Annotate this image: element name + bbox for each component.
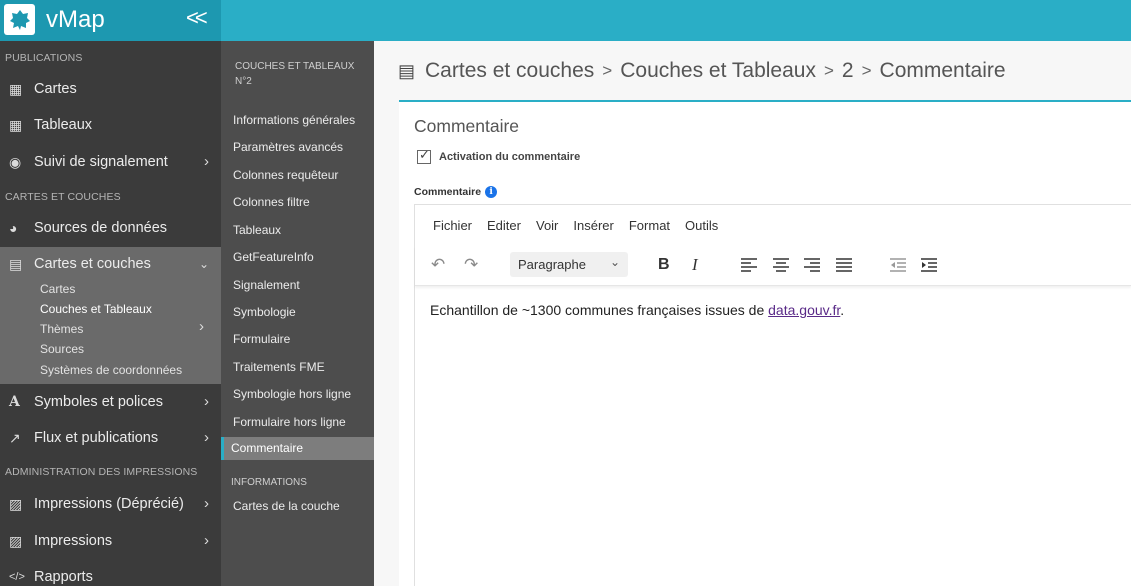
indent-icon[interactable] — [921, 254, 937, 276]
menu-inserer[interactable]: Insérer — [573, 218, 613, 233]
subnav-item-formulaire-hors-ligne[interactable]: Formulaire hors ligne — [233, 415, 346, 429]
subitem-couches-tableaux[interactable]: Couches et Tableaux — [40, 302, 152, 316]
section-heading-publications: PUBLICATIONS — [5, 52, 83, 64]
menu-fichier[interactable]: Fichier — [433, 218, 472, 233]
subnav-heading-informations: INFORMATIONS — [231, 477, 307, 488]
layer-subnav: COUCHES ET TABLEAUX N°2 Informations gén… — [221, 41, 374, 586]
book-map-icon: ▤ — [9, 255, 23, 272]
subnav-item-traitements-fme[interactable]: Traitements FME — [233, 360, 325, 374]
sidebar-item-tableaux[interactable]: ▦ Tableaux — [0, 110, 221, 140]
outdent-icon[interactable] — [890, 254, 906, 276]
chevron-down-icon: ⌄ — [198, 257, 209, 271]
sidebar-item-suivi-signalement[interactable]: ◉ Suivi de signalement › — [0, 147, 221, 177]
menu-format[interactable]: Format — [629, 218, 670, 233]
subnav-item-commentaire[interactable]: Commentaire — [221, 437, 374, 460]
printer-icon: ▨ — [9, 532, 23, 549]
subnav-heading: COUCHES ET TABLEAUX N°2 — [235, 61, 355, 87]
chevron-right-icon: › — [204, 532, 209, 549]
chevron-right-icon: › — [204, 153, 209, 170]
card-title: Commentaire — [414, 116, 520, 136]
info-icon[interactable]: i — [485, 186, 498, 198]
subitem-themes[interactable]: Thèmes — [40, 322, 83, 336]
editor-menubar: Fichier Editer Voir Insérer Format Outil… — [415, 205, 1131, 246]
subnav-item-colonnes-filtre[interactable]: Colonnes filtre — [233, 195, 310, 209]
breadcrumb: ▤ Cartes et couches > Couches et Tableau… — [398, 59, 1006, 83]
redo-icon[interactable]: ↷ — [464, 254, 478, 276]
subnav-item-colonnes-requeteur[interactable]: Colonnes requêteur — [233, 168, 338, 182]
breadcrumb-separator: > — [602, 61, 613, 80]
font-icon: A — [9, 394, 20, 410]
sidebar-item-impressions-deprecie[interactable]: ▨ Impressions (Déprécié) › — [0, 489, 221, 519]
subnav-item-parametres-avances[interactable]: Paramètres avancés — [233, 140, 343, 154]
sidebar-item-cartes[interactable]: ▦ Cartes — [0, 74, 221, 104]
map-icon: ▦ — [9, 80, 23, 97]
editor-toolbar: ↶ ↷ Paragraphe ⌄ B I — [415, 246, 1131, 286]
eye-icon: ◉ — [9, 153, 22, 170]
editor-content[interactable]: Echantillon de ~1300 communes françaises… — [430, 302, 844, 318]
sidebar-item-symboles-polices[interactable]: A Symboles et polices › — [0, 387, 221, 417]
chevron-right-icon: › — [204, 393, 209, 410]
app-name: vMap — [46, 6, 105, 33]
chevron-right-icon: › — [204, 429, 209, 446]
italic-icon[interactable]: I — [692, 254, 698, 276]
menu-editer[interactable]: Editer — [487, 218, 521, 233]
section-heading-admin-impressions: ADMINISTRATION DES IMPRESSIONS — [5, 466, 198, 478]
subitem-sources[interactable]: Sources — [40, 342, 84, 356]
printer-icon: ▨ — [9, 495, 23, 512]
table-icon: ▦ — [9, 116, 23, 133]
undo-icon[interactable]: ↶ — [431, 254, 445, 276]
sidebar-item-rapports[interactable]: </> Rapports — [0, 562, 221, 586]
subnav-item-formulaire[interactable]: Formulaire — [233, 332, 290, 346]
subnav-item-informations-generales[interactable]: Informations générales — [233, 113, 355, 127]
globe-icon: ◕ — [9, 220, 18, 236]
align-justify-icon[interactable] — [836, 254, 852, 276]
vmap-logo-icon — [4, 4, 35, 35]
subnav-item-getfeatureinfo[interactable]: GetFeatureInfo — [233, 250, 314, 264]
align-center-icon[interactable] — [773, 254, 789, 276]
book-map-icon: ▤ — [398, 60, 416, 81]
sidebar-item-cartes-couches[interactable]: ▤ Cartes et couches ⌄ — [0, 249, 221, 279]
section-heading-cartes-couches: CARTES ET COUCHES — [5, 191, 121, 203]
subitem-systemes-coordonnees[interactable]: Systèmes de coordonnées — [40, 363, 182, 377]
breadcrumb-couches-tableaux[interactable]: Couches et Tableaux — [620, 59, 816, 83]
breadcrumb-cartes-couches[interactable]: Cartes et couches — [425, 59, 594, 83]
bold-icon[interactable]: B — [658, 254, 670, 276]
breadcrumb-current: Commentaire — [879, 59, 1006, 82]
activation-checkbox[interactable] — [417, 147, 431, 164]
comment-card: Commentaire Activation du commentaire Co… — [399, 100, 1131, 586]
sidebar-item-sources-donnees[interactable]: ◕ Sources de données — [0, 213, 221, 243]
sidebar-item-flux-publications[interactable]: ↗ Flux et publications › — [0, 423, 221, 453]
subnav-item-cartes-de-la-couche[interactable]: Cartes de la couche — [233, 499, 340, 513]
align-right-icon[interactable] — [804, 254, 820, 276]
content-link[interactable]: data.gouv.fr — [768, 302, 840, 318]
subnav-item-tableaux[interactable]: Tableaux — [233, 223, 281, 237]
subnav-item-symbologie[interactable]: Symbologie — [233, 305, 296, 319]
subnav-item-signalement[interactable]: Signalement — [233, 278, 300, 292]
main-content: ▤ Cartes et couches > Couches et Tableau… — [374, 41, 1131, 586]
rich-text-editor: Fichier Editer Voir Insérer Format Outil… — [414, 204, 1131, 586]
menu-outils[interactable]: Outils — [685, 218, 718, 233]
code-icon: </> — [9, 571, 25, 583]
chevron-right-icon: › — [199, 318, 204, 335]
subnav-item-symbologie-hors-ligne[interactable]: Symbologie hors ligne — [233, 387, 351, 401]
menu-voir[interactable]: Voir — [536, 218, 558, 233]
align-left-icon[interactable] — [741, 254, 757, 276]
brand: vMap << — [0, 0, 221, 41]
double-chevron-left-icon[interactable]: << — [186, 5, 208, 31]
breadcrumb-separator: > — [861, 61, 872, 80]
breadcrumb-layer-id[interactable]: 2 — [842, 59, 854, 83]
subitem-cartes[interactable]: Cartes — [40, 282, 75, 296]
sidebar-item-impressions[interactable]: ▨ Impressions › — [0, 526, 221, 556]
chevron-right-icon: › — [204, 495, 209, 512]
chevron-down-icon: ⌄ — [609, 255, 620, 269]
breadcrumb-separator: > — [823, 61, 834, 80]
external-link-icon: ↗ — [9, 429, 21, 446]
main-sidebar: PUBLICATIONS ▦ Cartes ▦ Tableaux ◉ Suivi… — [0, 41, 221, 586]
activation-checkbox-label: Activation du commentaire — [439, 151, 581, 163]
block-format-select[interactable]: Paragraphe ⌄ — [510, 252, 628, 277]
comment-field-label: Commentaire i — [414, 186, 498, 198]
